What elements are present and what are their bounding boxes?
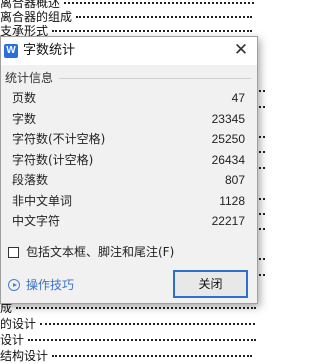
toc-leader-dots (28, 337, 257, 341)
doc-heading-text: 离合器的组成 (0, 10, 73, 24)
toc-leader-dots (52, 28, 253, 32)
include-textboxes-label[interactable]: 包括文本框、脚注和尾注(F) (26, 245, 174, 259)
stat-row-pages: 页数 47 (1, 88, 257, 109)
stat-label: 字符数(不计空格) (12, 132, 106, 146)
toc-leader-dots (259, 106, 265, 108)
group-divider (59, 78, 251, 79)
toc-leader-dots (259, 151, 265, 153)
close-icon[interactable]: ✕ (232, 41, 250, 59)
stat-value: 25250 (211, 132, 245, 146)
doc-heading-text: 离合器概述 (0, 0, 61, 10)
doc-heading-line: 离合器的组成 (0, 10, 253, 24)
stat-value: 26434 (211, 152, 245, 167)
doc-heading-text: 结构设计 (0, 349, 49, 363)
toc-leader-dots (52, 353, 253, 357)
stat-value: 807 (224, 173, 245, 187)
stat-row-words: 字数 23345 (1, 109, 257, 130)
toc-leader-dots (40, 321, 256, 325)
include-textboxes-checkbox[interactable] (8, 246, 19, 258)
doc-heading-line: 离合器概述 (0, 0, 255, 10)
toc-leader-dots (76, 14, 253, 18)
toc-leader-dots (259, 167, 265, 169)
stat-row-non-chinese-words: 非中文单词 1128 (1, 191, 257, 212)
stat-value: 22217 (211, 214, 245, 228)
word-count-dialog: W 字数统计 ✕ 统计信息 页数 47 字数 23345 字符数(不计空格) 2… (0, 36, 258, 304)
doc-heading-line: 的设计 (0, 317, 256, 331)
stat-row-chars-with-spaces: 字符数(计空格) 26434 (1, 150, 257, 171)
statistics-group-title: 统计信息 (5, 71, 54, 85)
toc-leader-dots (259, 274, 265, 276)
doc-heading-text: 设计 (0, 333, 25, 347)
stat-row-chinese-chars: 中文字符 22217 (1, 211, 257, 232)
toc-leader-dots (259, 213, 265, 215)
include-textboxes-option[interactable]: 包括文本框、脚注和尾注(F) (8, 244, 174, 260)
stat-value: 47 (231, 91, 245, 105)
stat-row-chars-no-spaces: 字符数(不计空格) 25250 (1, 129, 257, 150)
doc-heading-line: 结构设计 (0, 349, 253, 363)
toc-leader-dots (259, 228, 265, 230)
wps-writer-icon: W (4, 44, 18, 58)
toc-leader-dots (259, 90, 265, 92)
stat-value: 23345 (211, 111, 245, 126)
stat-label: 字符数(计空格) (12, 152, 94, 167)
doc-heading-line: 设计 (0, 333, 257, 347)
toc-leader-dots (259, 258, 265, 260)
toc-leader-dots (259, 198, 265, 200)
statistics-list: 页数 47 字数 23345 字符数(不计空格) 25250 字符数(计空格) … (1, 88, 257, 232)
stat-label: 中文字符 (12, 214, 61, 228)
doc-heading-text: 的设计 (0, 317, 37, 331)
stat-label: 页数 (12, 91, 37, 105)
stat-label: 非中文单词 (12, 193, 73, 208)
toc-leader-dots (64, 0, 255, 4)
toc-leader-dots (259, 136, 265, 138)
stat-label: 段落数 (12, 173, 49, 187)
play-circle-icon (8, 279, 20, 291)
tips-label[interactable]: 操作技巧 (26, 278, 74, 292)
dialog-title: 字数统计 (23, 43, 76, 58)
stat-value: 1128 (219, 193, 245, 208)
toc-leader-dots (16, 305, 257, 309)
stat-label: 字数 (12, 111, 37, 126)
close-button[interactable]: 关闭 (173, 270, 248, 298)
dialog-titlebar[interactable]: W 字数统计 ✕ (1, 37, 257, 65)
stat-row-paragraphs: 段落数 807 (1, 170, 257, 191)
tips-link[interactable]: 操作技巧 (8, 278, 74, 292)
